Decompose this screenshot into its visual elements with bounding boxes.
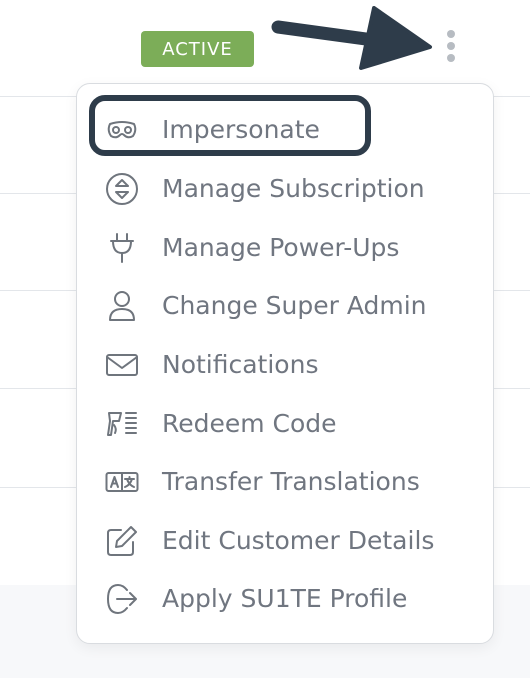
menu-item-label: Apply SU1TE Profile: [162, 584, 408, 613]
plug-icon: [104, 230, 140, 266]
more-actions-icon[interactable]: [439, 26, 463, 66]
menu-item-notifications[interactable]: Notifications: [76, 339, 494, 391]
user-icon: [104, 288, 140, 324]
redeem-code-icon: [104, 406, 140, 442]
envelope-icon: [104, 347, 140, 383]
menu-item-label: Transfer Translations: [162, 467, 420, 496]
menu-item-manage-subscription[interactable]: Manage Subscription: [76, 163, 494, 215]
menu-item-apply-su1te-profile[interactable]: Apply SU1TE Profile: [76, 573, 494, 625]
menu-item-change-super-admin[interactable]: Change Super Admin: [76, 280, 494, 332]
translate-icon: [104, 464, 140, 500]
menu-item-edit-customer-details[interactable]: Edit Customer Details: [76, 515, 494, 567]
menu-item-label: Notifications: [162, 350, 319, 379]
menu-item-label: Manage Subscription: [162, 174, 425, 203]
menu-item-label: Redeem Code: [162, 409, 337, 438]
menu-item-label: Change Super Admin: [162, 291, 427, 320]
menu-item-manage-power-ups[interactable]: Manage Power-Ups: [76, 222, 494, 274]
menu-item-label: Impersonate: [162, 115, 320, 144]
menu-item-redeem-code[interactable]: Redeem Code: [76, 398, 494, 450]
menu-item-transfer-translations[interactable]: Transfer Translations: [76, 456, 494, 508]
menu-item-impersonate[interactable]: Impersonate: [76, 104, 494, 156]
menu-item-label: Manage Power-Ups: [162, 233, 400, 262]
mask-icon: [104, 112, 140, 148]
menu-item-label: Edit Customer Details: [162, 526, 435, 555]
sign-out-icon: [104, 581, 140, 617]
status-badge: ACTIVE: [141, 31, 254, 67]
sort-arrows-icon: [104, 171, 140, 207]
edit-icon: [104, 523, 140, 559]
